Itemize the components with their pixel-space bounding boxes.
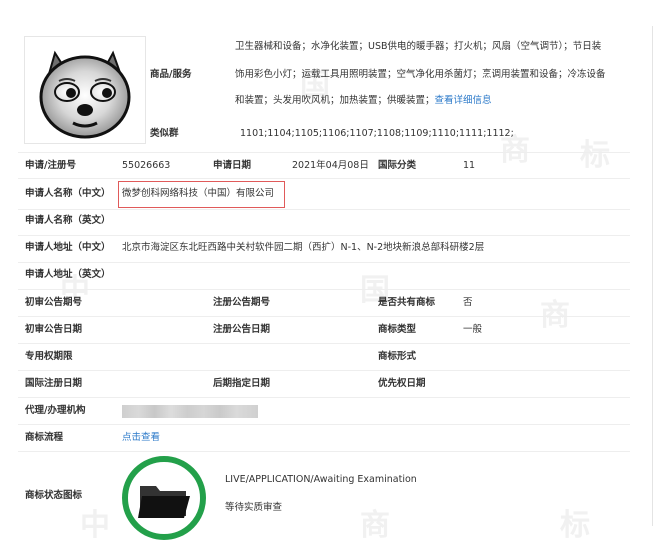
watermark: 中 bbox=[80, 508, 114, 543]
divider bbox=[18, 178, 630, 179]
goods-line-text: 和装置；头发用吹风机；加热装置；供暖装置； bbox=[235, 95, 435, 106]
redacted-agent-value bbox=[122, 405, 258, 418]
intl-reg-date-label: 国际注册日期 bbox=[25, 378, 83, 389]
form-label: 商标形式 bbox=[378, 351, 417, 362]
class-group-value: 1101;1104;1105;1106;1107;1108;1109;1110;… bbox=[240, 128, 514, 139]
view-details-link[interactable]: 查看详细信息 bbox=[435, 95, 492, 106]
divider bbox=[18, 424, 630, 425]
divider bbox=[18, 343, 630, 344]
watermark: 商 bbox=[360, 508, 394, 543]
intl-class-value: 11 bbox=[463, 160, 476, 171]
reg-pub-no-label: 注册公告期号 bbox=[213, 297, 271, 308]
goods-line: 和装置；头发用吹风机；加热装置；供暖装置；查看详细信息 bbox=[235, 94, 492, 108]
applicant-en-label: 申请人名称（英文） bbox=[25, 215, 111, 226]
divider bbox=[18, 235, 630, 236]
type-value: 一般 bbox=[463, 324, 483, 335]
later-date-label: 后期指定日期 bbox=[213, 378, 271, 389]
watermark: 商 bbox=[540, 298, 574, 333]
priority-date-label: 优先权日期 bbox=[378, 378, 426, 389]
divider bbox=[18, 316, 630, 317]
divider bbox=[18, 289, 630, 290]
intl-class-label: 国际分类 bbox=[378, 160, 417, 171]
divider bbox=[18, 397, 630, 398]
divider bbox=[18, 451, 630, 452]
doge-dog-logo-image bbox=[39, 50, 131, 139]
status-badge bbox=[122, 456, 206, 540]
folder-icon bbox=[138, 486, 190, 518]
flow-label: 商标流程 bbox=[25, 432, 64, 443]
shared-label: 是否共有商标 bbox=[378, 297, 436, 308]
prelim-date-label: 初审公告日期 bbox=[25, 324, 83, 335]
prelim-no-label: 初审公告期号 bbox=[25, 297, 83, 308]
status-icon-label: 商标状态图标 bbox=[25, 490, 83, 501]
divider bbox=[18, 209, 630, 210]
address-cn-label: 申请人地址（中文） bbox=[25, 242, 111, 253]
class-group-label: 类似群 bbox=[150, 128, 179, 139]
divider bbox=[18, 370, 630, 371]
status-cn: 等待实质审查 bbox=[225, 502, 283, 513]
reg-pub-date-label: 注册公告日期 bbox=[213, 324, 271, 335]
address-cn-value: 北京市海淀区东北旺西路中关村软件园二期（西扩）N-1、N-2地块新浪总部科研楼2… bbox=[122, 242, 485, 253]
reg-no-value: 55026663 bbox=[122, 160, 171, 171]
type-label: 商标类型 bbox=[378, 324, 417, 335]
address-en-label: 申请人地址（英文） bbox=[25, 269, 111, 280]
goods-line: 卫生器械和设备；水净化装置；USB供电的暖手器；打火机；风扇（空气调节）；节日装 bbox=[235, 41, 602, 52]
goods-label: 商品/服务 bbox=[150, 69, 192, 80]
agent-label: 代理/办理机构 bbox=[25, 405, 86, 416]
border-line bbox=[652, 26, 653, 526]
app-date-label: 申请日期 bbox=[213, 160, 252, 171]
reg-no-label: 申请/注册号 bbox=[25, 160, 76, 171]
goods-line: 饰用彩色小灯；运载工具用照明装置；空气净化用杀菌灯；烹调用装置和设备；冷冻设备 bbox=[235, 69, 606, 80]
view-flow-link[interactable]: 点击查看 bbox=[122, 431, 160, 445]
divider bbox=[18, 262, 630, 263]
app-date-value: 2021年04月08日 bbox=[292, 160, 369, 171]
watermark: 标 bbox=[560, 508, 594, 543]
trademark-detail-page: 中 国 商 标 中 国 商 中 商 标 bbox=[0, 0, 663, 556]
shared-value: 否 bbox=[463, 297, 473, 308]
applicant-cn-value: 微梦创科网络科技（中国）有限公司 bbox=[122, 188, 275, 199]
status-en: LIVE/APPLICATION/Awaiting Examination bbox=[225, 474, 417, 485]
exclusive-label: 专用权期限 bbox=[25, 351, 73, 362]
trademark-logo bbox=[24, 36, 146, 144]
divider bbox=[18, 152, 630, 153]
applicant-cn-label: 申请人名称（中文） bbox=[25, 188, 111, 199]
